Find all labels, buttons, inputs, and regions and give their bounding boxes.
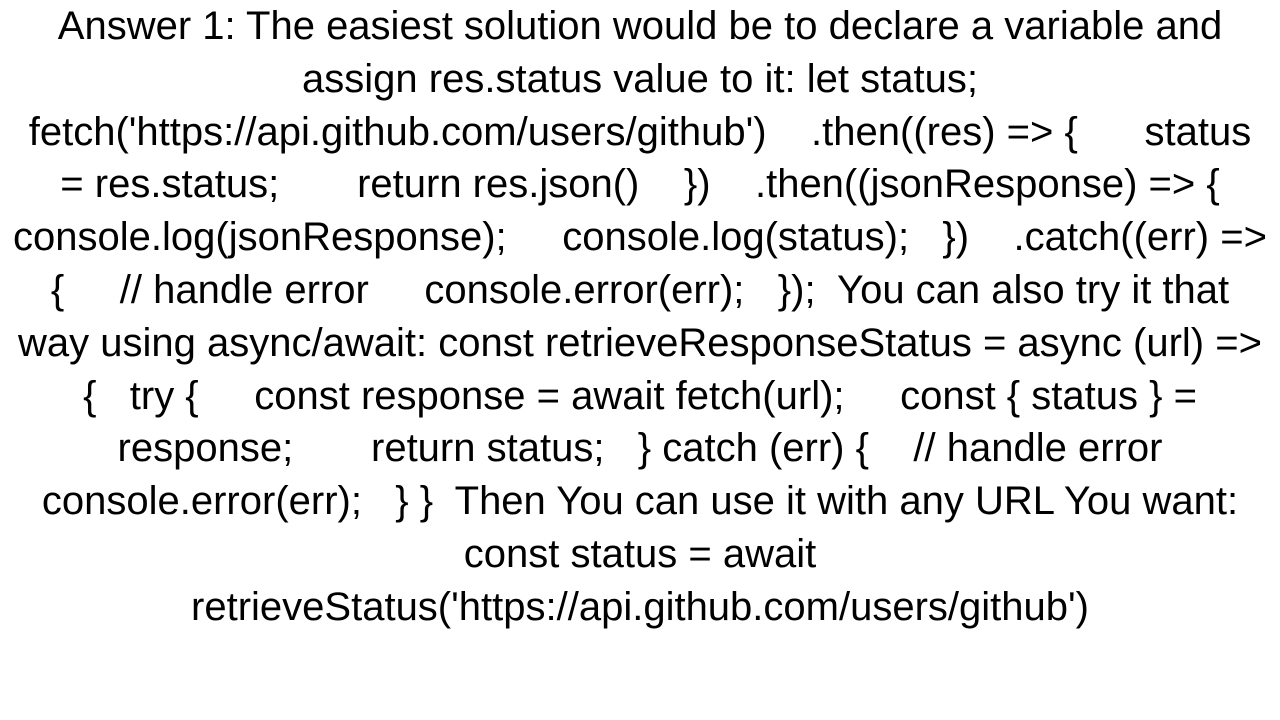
- answer-text-block: Answer 1: The easiest solution would be …: [0, 0, 1280, 720]
